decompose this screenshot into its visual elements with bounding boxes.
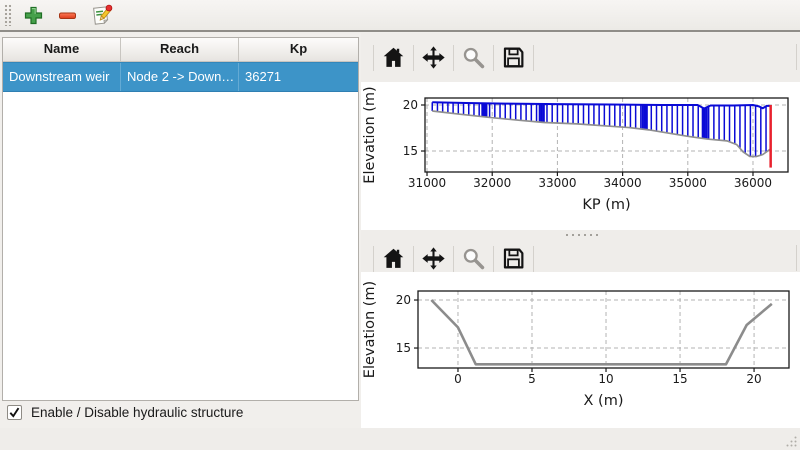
splitter-handle-icon <box>564 233 598 237</box>
axis-ticks <box>414 300 754 372</box>
profile-plot-canvas[interactable]: 31000 32000 33000 34000 35000 36000 15 20 KP (m)… <box>361 82 800 230</box>
structures-table: Name Reach Kp Downstream weir Node 2 -> … <box>2 37 359 401</box>
cell-kp: 36271 <box>239 63 358 91</box>
x-tick-label: 36000 <box>734 176 772 190</box>
plus-icon <box>24 6 43 25</box>
pan-icon <box>421 45 446 70</box>
main-toolbar <box>0 0 800 32</box>
y-tick-label: 20 <box>403 98 418 112</box>
y-tick-label: 15 <box>403 144 418 158</box>
pan-icon <box>421 246 446 271</box>
table-header: Name Reach Kp <box>3 38 358 62</box>
y-tick-label: 20 <box>396 293 411 307</box>
separator <box>796 44 797 70</box>
profile-plot-toolbar <box>367 44 540 71</box>
application-window: Name Reach Kp Downstream weir Node 2 -> … <box>0 0 800 450</box>
x-tick-label: 32000 <box>473 176 511 190</box>
x-axis-label: KP (m) <box>582 197 630 213</box>
gridlines <box>418 291 789 368</box>
cell-name: Downstream weir <box>3 63 121 91</box>
home-icon <box>381 246 406 271</box>
zoom-button[interactable] <box>460 245 487 272</box>
separator <box>373 45 374 71</box>
cross-section-line <box>431 300 772 364</box>
separator <box>493 246 494 272</box>
toolbar-drag-handle[interactable] <box>4 4 12 26</box>
status-bar <box>0 428 800 450</box>
x-tick-label: 34000 <box>604 176 642 190</box>
y-axis-label: Elevation (m) <box>362 86 378 183</box>
separator <box>453 45 454 71</box>
plots-splitter[interactable] <box>361 230 800 243</box>
save-button[interactable] <box>500 44 527 71</box>
separator <box>373 246 374 272</box>
x-tick-label: 20 <box>746 372 761 386</box>
save-icon <box>501 45 526 70</box>
remove-structure-button[interactable] <box>54 2 80 28</box>
enable-structure-row: Enable / Disable hydraulic structure <box>7 405 243 420</box>
x-tick-label: 31000 <box>408 176 446 190</box>
series <box>431 300 772 364</box>
axis-tick-labels: 0 5 10 15 20 15 20 <box>396 293 762 386</box>
plots-pane: 31000 32000 33000 34000 35000 36000 15 20 KP (m)… <box>361 33 800 428</box>
add-structure-button[interactable] <box>20 2 46 28</box>
y-axis-label: Elevation (m) <box>362 281 378 378</box>
separator <box>453 246 454 272</box>
pan-button[interactable] <box>420 245 447 272</box>
cell-reach: Node 2 -> Down… <box>121 63 239 91</box>
edit-structure-button[interactable] <box>88 2 114 28</box>
edit-icon <box>90 4 113 27</box>
separator <box>493 45 494 71</box>
resize-grip-icon[interactable] <box>784 434 798 448</box>
separator <box>533 45 534 71</box>
check-icon <box>8 406 21 419</box>
separator <box>413 246 414 272</box>
home-icon <box>381 45 406 70</box>
save-button[interactable] <box>500 245 527 272</box>
x-tick-label: 35000 <box>669 176 707 190</box>
series <box>432 102 770 167</box>
section-plot-canvas[interactable]: 0 5 10 15 20 15 20 X (m) Elevation (m) <box>361 272 800 428</box>
cross-section-chart: 0 5 10 15 20 15 20 X (m) Elevation (m) <box>361 272 800 428</box>
zoom-button[interactable] <box>460 44 487 71</box>
column-header-name[interactable]: Name <box>3 38 121 61</box>
pan-button[interactable] <box>420 44 447 71</box>
zoom-icon <box>461 246 486 271</box>
hatch-lines <box>432 102 766 156</box>
x-axis-label: X (m) <box>584 393 624 409</box>
y-tick-label: 15 <box>396 341 411 355</box>
save-icon <box>501 246 526 271</box>
longitudinal-profile-chart: 31000 32000 33000 34000 35000 36000 15 20 KP (m)… <box>361 82 800 230</box>
table-row-downstream-weir[interactable]: Downstream weir Node 2 -> Down… 36271 <box>3 62 358 92</box>
home-button[interactable] <box>380 44 407 71</box>
enable-structure-label: Enable / Disable hydraulic structure <box>31 405 243 420</box>
section-plot-toolbar <box>367 245 540 272</box>
x-tick-label: 15 <box>672 372 687 386</box>
x-tick-label: 33000 <box>538 176 576 190</box>
separator <box>413 45 414 71</box>
zoom-icon <box>461 45 486 70</box>
enable-structure-checkbox[interactable] <box>7 405 22 420</box>
x-tick-label: 10 <box>598 372 613 386</box>
axes-box <box>418 291 789 368</box>
column-header-reach[interactable]: Reach <box>121 38 239 61</box>
x-tick-label: 5 <box>528 372 536 386</box>
x-tick-label: 0 <box>454 372 462 386</box>
column-header-kp[interactable]: Kp <box>239 38 358 61</box>
separator <box>796 245 797 271</box>
home-button[interactable] <box>380 245 407 272</box>
separator <box>533 246 534 272</box>
minus-icon <box>58 6 77 25</box>
